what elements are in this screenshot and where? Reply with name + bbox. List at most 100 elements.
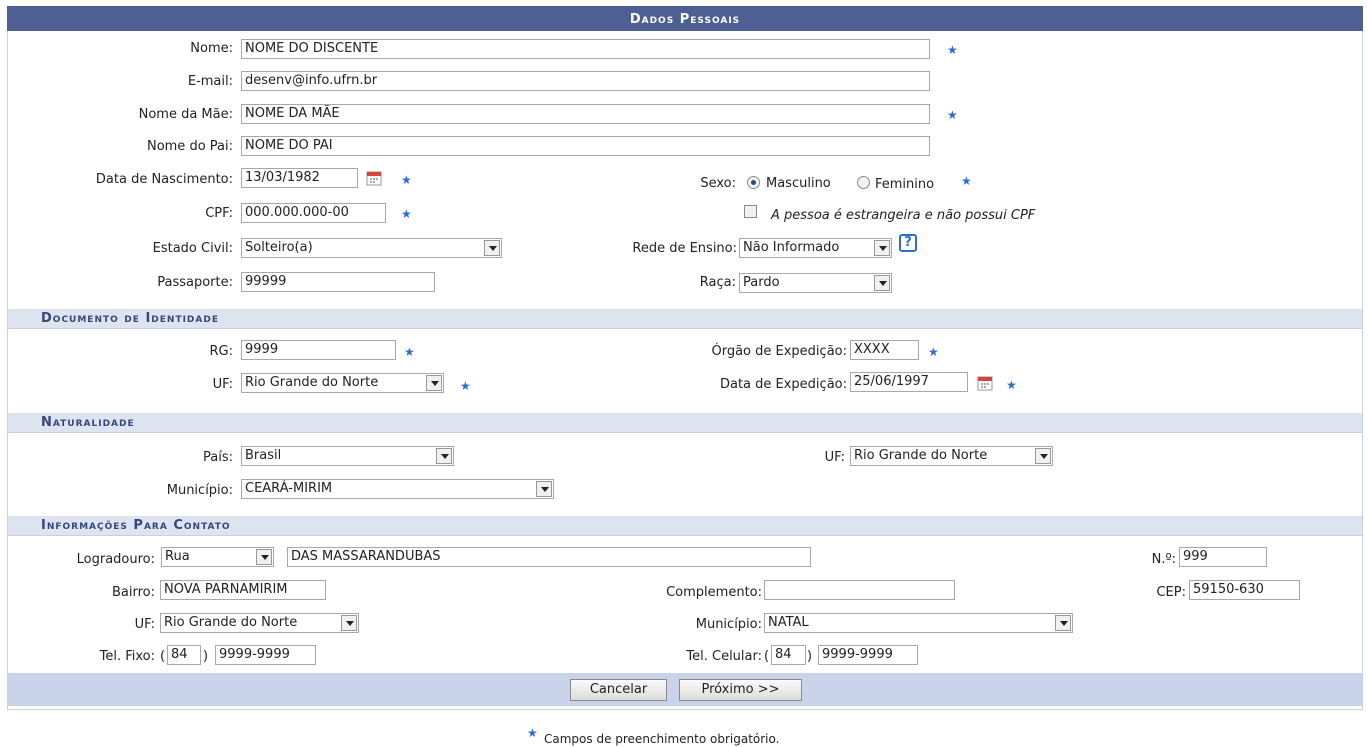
nome-input[interactable]: NOME DO DISCENTE	[241, 39, 930, 59]
chevron-down-icon	[874, 240, 890, 256]
rg-input[interactable]: 9999	[241, 340, 396, 360]
orgao-expedicao-input[interactable]: XXXX	[850, 340, 919, 360]
rg-label: RG:	[209, 344, 234, 359]
sexo-feminino-radio[interactable]	[857, 176, 870, 189]
paren-close: )	[807, 649, 813, 664]
chevron-down-icon	[256, 549, 272, 565]
orgao-expedicao-label: Órgão de Expedição:	[711, 344, 847, 359]
calendar-icon[interactable]	[366, 170, 382, 186]
numero-input[interactable]: 999	[1179, 547, 1267, 567]
estrangeiro-checkbox[interactable]	[744, 205, 757, 218]
required-star-icon: ★	[928, 345, 939, 359]
documento-uf-select[interactable]: Rio Grande do Norte	[241, 373, 444, 393]
email-label: E-mail:	[187, 74, 233, 89]
required-star-icon: ★	[401, 207, 412, 221]
required-star-icon: ★	[527, 726, 538, 740]
naturalidade-municipio-value: CEARÁ-MIRIM	[245, 481, 333, 496]
paren-open: (	[160, 649, 166, 664]
documento-uf-value: Rio Grande do Norte	[245, 375, 379, 390]
chevron-down-icon	[1035, 448, 1051, 464]
sexo-feminino-label: Feminino	[875, 177, 935, 192]
logradouro-label: Logradouro:	[76, 552, 155, 567]
cpf-label: CPF:	[205, 206, 233, 221]
form-title: Dados Pessoais	[7, 6, 1363, 31]
data-nascimento-input[interactable]: 13/03/1982	[241, 168, 358, 188]
required-star-icon: ★	[947, 43, 958, 57]
section-documento-identidade: Documento de Identidade	[8, 309, 1362, 329]
passaporte-label: Passaporte:	[157, 275, 233, 290]
required-star-icon: ★	[401, 173, 412, 187]
contato-municipio-value: NATAL	[768, 615, 809, 630]
contato-uf-select[interactable]: Rio Grande do Norte	[160, 613, 359, 633]
logradouro-input[interactable]: DAS MASSARANDUBAS	[287, 547, 811, 567]
estrangeiro-label: A pessoa é estrangeira e não possui CPF	[771, 208, 1036, 223]
nome-pai-label: Nome do Pai:	[146, 139, 233, 154]
nome-mae-input[interactable]: NOME DA MÃE	[241, 104, 930, 124]
data-nascimento-label: Data de Nascimento:	[95, 172, 233, 187]
contato-uf-value: Rio Grande do Norte	[164, 615, 298, 630]
estado-civil-value: Solteiro(a)	[245, 240, 313, 255]
pais-value: Brasil	[245, 448, 282, 463]
pais-label: País:	[203, 450, 233, 465]
chevron-down-icon	[1055, 615, 1071, 631]
pais-select[interactable]: Brasil	[241, 446, 454, 466]
tel-celular-ddd-input[interactable]: 84	[771, 645, 806, 665]
passaporte-input[interactable]: 99999	[241, 272, 435, 292]
chevron-down-icon	[436, 448, 452, 464]
required-star-icon: ★	[404, 345, 415, 359]
contato-uf-label: UF:	[134, 617, 155, 632]
tel-fixo-input[interactable]: 9999-9999	[215, 645, 316, 665]
naturalidade-municipio-select[interactable]: CEARÁ-MIRIM	[241, 479, 554, 499]
data-expedicao-input[interactable]: 25/06/1997	[850, 372, 968, 392]
cancel-button[interactable]: Cancelar	[570, 679, 667, 701]
tel-celular-label: Tel. Celular:	[686, 649, 762, 664]
nome-mae-label: Nome da Mãe:	[138, 107, 233, 122]
estado-civil-select[interactable]: Solteiro(a)	[241, 238, 502, 258]
required-star-icon: ★	[460, 379, 471, 393]
nome-pai-input[interactable]: NOME DO PAI	[241, 136, 930, 156]
calendar-icon[interactable]	[977, 375, 993, 391]
numero-label: N.º:	[1151, 552, 1176, 567]
chevron-down-icon	[426, 375, 442, 391]
naturalidade-municipio-label: Município:	[166, 483, 233, 498]
required-star-icon: ★	[1006, 378, 1017, 392]
tel-fixo-label: Tel. Fixo:	[99, 649, 155, 664]
section-informacoes-contato: Informações Para Contato	[8, 516, 1362, 536]
raca-value: Pardo	[743, 275, 780, 290]
documento-uf-label: UF:	[212, 377, 233, 392]
paren-open: (	[764, 649, 770, 664]
required-star-icon: ★	[961, 174, 972, 188]
chevron-down-icon	[484, 240, 500, 256]
complemento-label: Complemento:	[666, 585, 762, 600]
logradouro-tipo-value: Rua	[165, 549, 190, 564]
sexo-masculino-radio[interactable]	[747, 176, 760, 189]
next-button[interactable]: Próximo >>	[679, 679, 802, 701]
raca-label: Raça:	[699, 275, 736, 290]
cep-input[interactable]: 59150-630	[1189, 580, 1300, 600]
rede-ensino-value: Não Informado	[743, 240, 840, 255]
chevron-down-icon	[874, 275, 890, 291]
rede-ensino-select[interactable]: Não Informado	[739, 238, 892, 258]
contato-municipio-label: Município:	[695, 617, 762, 632]
help-icon[interactable]: ?	[899, 234, 917, 252]
naturalidade-uf-select[interactable]: Rio Grande do Norte	[850, 446, 1053, 466]
raca-select[interactable]: Pardo	[739, 273, 892, 293]
sexo-label: Sexo:	[700, 176, 736, 191]
naturalidade-uf-label: UF:	[824, 450, 845, 465]
tel-fixo-ddd-input[interactable]: 84	[167, 645, 201, 665]
naturalidade-uf-value: Rio Grande do Norte	[854, 448, 988, 463]
chevron-down-icon	[341, 615, 357, 631]
logradouro-tipo-select[interactable]: Rua	[161, 547, 274, 567]
complemento-input[interactable]	[764, 580, 955, 600]
tel-celular-input[interactable]: 9999-9999	[818, 645, 918, 665]
chevron-down-icon	[536, 481, 552, 497]
contato-municipio-select[interactable]: NATAL	[764, 613, 1073, 633]
cpf-input[interactable]: 000.000.000-00	[241, 203, 386, 223]
bairro-input[interactable]: NOVA PARNAMIRIM	[160, 580, 326, 600]
paren-close: )	[203, 649, 209, 664]
email-input[interactable]: desenv@info.ufrn.br	[241, 71, 930, 91]
section-naturalidade: Naturalidade	[8, 413, 1362, 433]
bairro-label: Bairro:	[111, 585, 155, 600]
sexo-masculino-label: Masculino	[766, 176, 831, 191]
footnote: Campos de preenchimento obrigatório.	[544, 732, 780, 746]
